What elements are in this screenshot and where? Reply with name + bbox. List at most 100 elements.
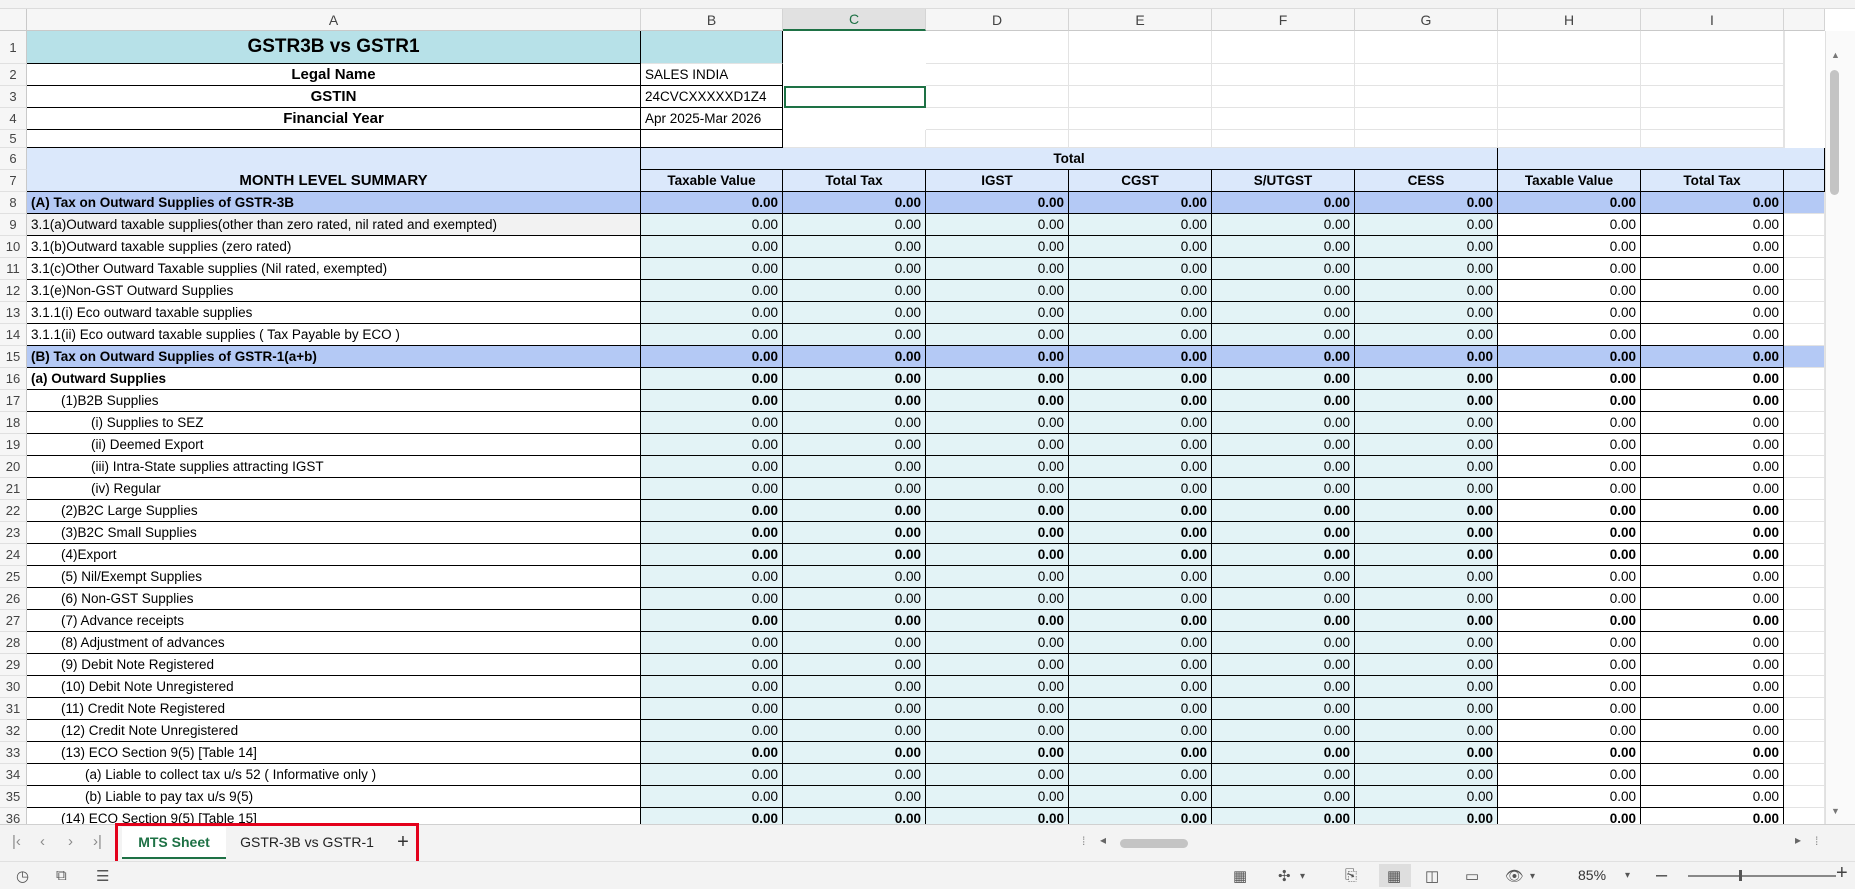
row-label[interactable]: (iv) Regular [27,478,641,500]
zoom-level[interactable]: 85% [1578,867,1606,883]
value-cell[interactable]: 0.00 [1069,676,1212,698]
value-cell[interactable]: 0.00 [1212,192,1355,214]
value-cell[interactable]: 0.00 [1069,478,1212,500]
value-cell[interactable]: 0.00 [1212,368,1355,390]
empty-cell[interactable] [1069,31,1212,64]
value-cell[interactable]: 0.00 [1498,654,1641,676]
hscroll-left-icon[interactable]: ◂ [1100,833,1106,847]
value-cell[interactable]: 0.00 [1498,522,1641,544]
row-label[interactable]: (8) Adjustment of advances [27,632,641,654]
empty-cell[interactable] [926,64,1069,86]
value-cell[interactable]: 0.00 [1355,192,1498,214]
row-header[interactable]: 33 [0,742,27,764]
value-cell[interactable]: 0.00 [1355,786,1498,808]
row-label[interactable]: (ii) Deemed Export [27,434,641,456]
value-cell-partial[interactable] [1784,610,1825,632]
value-cell[interactable]: 0.00 [926,676,1069,698]
value-cell[interactable]: 0.00 [1498,324,1641,346]
financial-year-label[interactable]: Financial Year [27,108,641,130]
value-cell[interactable]: 0.00 [1498,236,1641,258]
value-cell[interactable]: 0.00 [926,324,1069,346]
row-label[interactable]: (A) Tax on Outward Supplies of GSTR-3B [27,192,641,214]
value-cell[interactable]: 0.00 [926,610,1069,632]
empty-cell[interactable] [1641,130,1784,148]
value-cell-partial[interactable] [1784,412,1825,434]
value-cell[interactable]: 0.00 [1212,346,1355,368]
value-cell[interactable]: 0.00 [1641,764,1784,786]
value-cell[interactable]: 0.00 [641,588,783,610]
value-column-header[interactable]: CESS [1355,170,1498,192]
value-cell[interactable]: 0.00 [1212,324,1355,346]
row-label[interactable]: (7) Advance receipts [27,610,641,632]
value-cell[interactable]: 0.00 [1069,192,1212,214]
value-cell[interactable]: 0.00 [1355,412,1498,434]
gstin-value[interactable]: 24CVCXXXXXD1Z4 [641,86,783,108]
prev-sheet-icon[interactable]: ‹ [40,833,45,850]
vertical-scroll-thumb[interactable] [1830,70,1839,195]
empty-cell[interactable] [1069,130,1212,148]
value-cell[interactable]: 0.00 [926,544,1069,566]
row-label[interactable]: (i) Supplies to SEZ [27,412,641,434]
value-cell[interactable]: 0.00 [1498,412,1641,434]
row-label[interactable]: (a) Outward Supplies [27,368,641,390]
empty-cell[interactable] [926,31,1069,64]
value-cell[interactable]: 0.00 [1498,566,1641,588]
value-cell[interactable]: 0.00 [783,478,926,500]
selected-cell-c3[interactable] [784,86,926,108]
row-header[interactable]: 1 [0,31,27,64]
column-header-partial[interactable] [1784,9,1825,31]
value-cell[interactable]: 0.00 [1212,302,1355,324]
empty-cell[interactable] [1498,130,1641,148]
value-cell[interactable]: 0.00 [641,698,783,720]
row-header[interactable]: 35 [0,786,27,808]
value-cell[interactable]: 0.00 [641,236,783,258]
empty-cell[interactable] [1212,64,1355,86]
row-header[interactable]: 13 [0,302,27,324]
row-header[interactable]: 25 [0,566,27,588]
value-cell[interactable]: 0.00 [641,368,783,390]
value-cell[interactable]: 0.00 [641,478,783,500]
value-cell[interactable]: 0.00 [783,368,926,390]
value-cell[interactable]: 0.00 [641,654,783,676]
value-cell[interactable]: 0.00 [783,280,926,302]
page-layout-icon[interactable]: ◫ [1425,867,1439,885]
value-cell[interactable]: 0.00 [1355,258,1498,280]
value-column-header-partial[interactable] [1784,170,1825,192]
value-cell[interactable]: 0.00 [1498,698,1641,720]
value-cell[interactable]: 0.00 [1641,786,1784,808]
value-cell[interactable]: 0.00 [1212,434,1355,456]
value-cell[interactable]: 0.00 [641,764,783,786]
row-header[interactable]: 24 [0,544,27,566]
row-header[interactable]: 9 [0,214,27,236]
value-cell[interactable]: 0.00 [1212,500,1355,522]
hscroll-right-icon[interactable]: ▸ [1795,833,1801,847]
value-cell[interactable]: 0.00 [641,566,783,588]
row-header[interactable]: 20 [0,456,27,478]
value-cell[interactable]: 0.00 [641,280,783,302]
value-cell[interactable]: 0.00 [641,258,783,280]
value-cell[interactable]: 0.00 [783,632,926,654]
calculator-icon[interactable]: ▦ [1233,867,1247,885]
empty-cell[interactable] [1212,130,1355,148]
value-cell[interactable]: 0.00 [783,566,926,588]
value-cell[interactable]: 0.00 [1069,610,1212,632]
value-cell[interactable]: 0.00 [1212,632,1355,654]
value-cell[interactable]: 0.00 [783,522,926,544]
first-sheet-icon[interactable]: |‹ [12,833,21,850]
value-cell[interactable]: 0.00 [783,346,926,368]
value-cell-partial[interactable] [1784,764,1825,786]
value-cell-partial[interactable] [1784,214,1825,236]
value-cell-partial[interactable] [1784,632,1825,654]
value-cell[interactable]: 0.00 [1069,324,1212,346]
row-label[interactable]: 3.1(e)Non-GST Outward Supplies [27,280,641,302]
value-column-header[interactable]: Total Tax [783,170,926,192]
add-sheet-button[interactable]: + [392,827,414,857]
value-cell[interactable]: 0.00 [641,544,783,566]
value-cell[interactable]: 0.00 [1212,214,1355,236]
value-cell[interactable]: 0.00 [1069,258,1212,280]
row-label[interactable]: (2)B2C Large Supplies [27,500,641,522]
empty-cell[interactable] [1641,108,1784,130]
value-cell-partial[interactable] [1784,654,1825,676]
value-cell[interactable]: 0.00 [641,192,783,214]
value-cell[interactable]: 0.00 [1355,390,1498,412]
